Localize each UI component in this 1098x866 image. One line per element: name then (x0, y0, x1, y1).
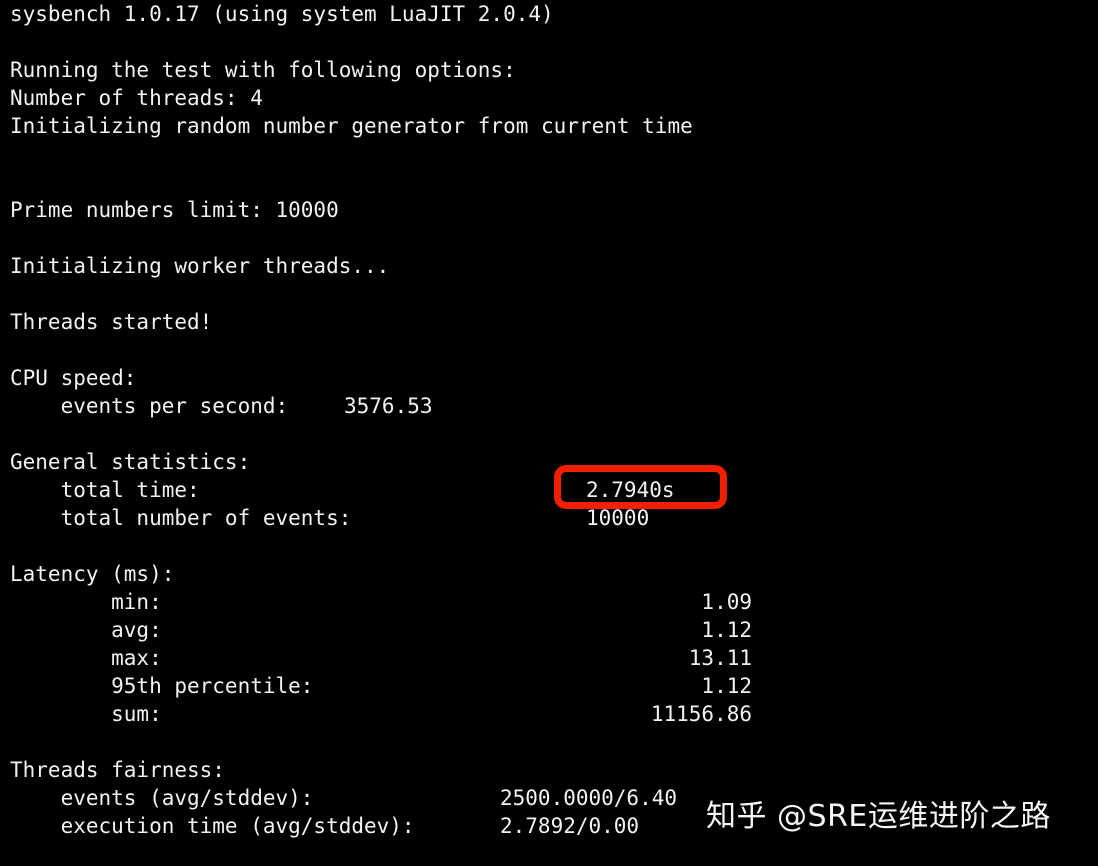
latency-sum-value: 11156.86 (650, 702, 752, 726)
latency-95th-percentile-label: 95th percentile: (10, 674, 314, 698)
latency-95th-percentile-value: 1.12 (701, 674, 752, 698)
threads-started-line: Threads started! (10, 310, 213, 334)
initializing-worker-threads-line: Initializing worker threads... (10, 254, 390, 278)
sysbench-version-line: sysbench 1.0.17 (using system LuaJIT 2.0… (10, 2, 554, 26)
fairness-events-value: 2500.0000/6.40 (500, 786, 678, 810)
run-options-heading: Running the test with following options: (10, 58, 516, 82)
threads-fairness-heading: Threads fairness: (10, 758, 225, 782)
fairness-execution-time-label: execution time (avg/stddev): (10, 814, 415, 838)
random-generator-line: Initializing random number generator fro… (10, 114, 693, 138)
latency-min-value: 1.09 (701, 590, 752, 614)
total-number-of-events-label: total number of events: (10, 506, 352, 530)
fairness-execution-time-value: 2.7892/0.00 (500, 814, 640, 838)
total-time-value: 2.7940s (586, 478, 675, 502)
latency-avg-value: 1.12 (701, 618, 752, 642)
latency-heading: Latency (ms): (10, 562, 175, 586)
latency-avg-label: avg: (10, 618, 162, 642)
events-per-second-value: 3576.53 (344, 394, 433, 418)
latency-max-value: 13.11 (688, 646, 752, 670)
general-statistics-heading: General statistics: (10, 450, 251, 474)
total-number-of-events-value: 10000 (586, 506, 650, 530)
latency-max-label: max: (10, 646, 162, 670)
latency-sum-label: sum: (10, 702, 162, 726)
cpu-speed-heading: CPU speed: (10, 366, 137, 390)
zhihu-watermark: 知乎 @SRE运维进阶之路 (706, 799, 1051, 834)
fairness-events-label: events (avg/stddev): (10, 786, 314, 810)
latency-min-label: min: (10, 590, 162, 614)
terminal-output: sysbench 1.0.17 (using system LuaJIT 2.0… (0, 0, 1098, 866)
events-per-second-label: events per second: (10, 394, 289, 418)
total-time-label: total time: (10, 478, 200, 502)
number-of-threads-line: Number of threads: 4 (10, 86, 263, 110)
prime-numbers-limit-line: Prime numbers limit: 10000 (10, 198, 339, 222)
